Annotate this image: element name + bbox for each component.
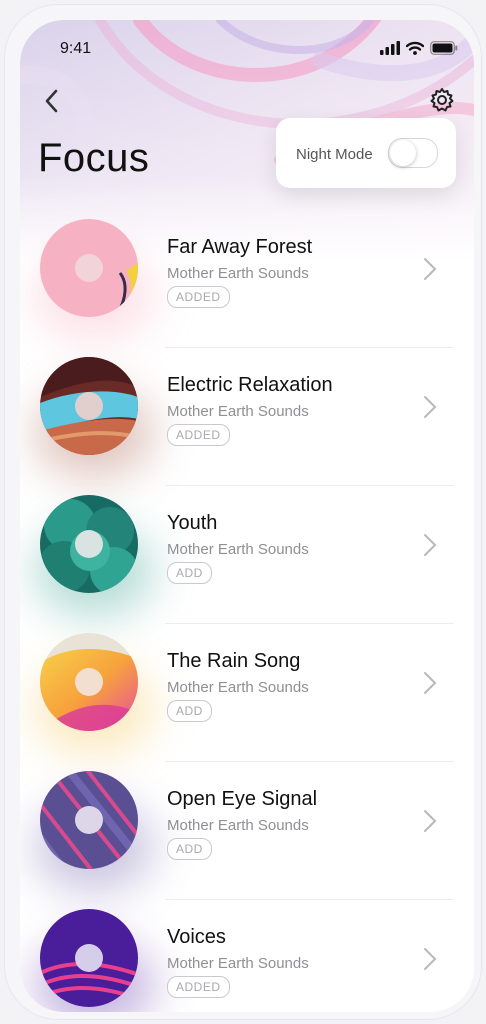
status-bar: 9:41 (20, 20, 474, 70)
chevron-right-icon[interactable] (422, 532, 438, 558)
track-artist: Mother Earth Sounds (167, 265, 309, 282)
chevron-left-icon (45, 89, 58, 113)
track-row[interactable]: Open Eye Signal Mother Earth Sounds ADD (20, 762, 474, 900)
chevron-right-icon[interactable] (422, 808, 438, 834)
track-artist: Mother Earth Sounds (167, 955, 309, 972)
track-artist: Mother Earth Sounds (167, 541, 309, 558)
track-title: Open Eye Signal (167, 788, 318, 810)
chevron-right-icon[interactable] (422, 394, 438, 420)
back-button[interactable] (40, 86, 66, 116)
track-row[interactable]: Youth Mother Earth Sounds ADD (20, 486, 474, 624)
track-row[interactable]: Far Away Forest Mother Earth Sounds ADDE… (20, 210, 474, 348)
track-cover (40, 495, 138, 593)
add-status-badge[interactable]: ADD (167, 838, 212, 860)
battery-icon (430, 41, 458, 55)
track-list: Far Away Forest Mother Earth Sounds ADDE… (20, 210, 474, 1012)
app-screen: 9:41 Focus Night Mode Far Away Forest Mo… (20, 20, 474, 1012)
night-mode-card: Night Mode (276, 118, 456, 188)
track-artist: Mother Earth Sounds (167, 817, 309, 834)
track-title: The Rain Song (167, 650, 301, 672)
settings-button[interactable] (428, 86, 456, 114)
track-title: Youth (167, 512, 218, 534)
track-cover (40, 909, 138, 1007)
phone-frame: 9:41 Focus Night Mode Far Away Forest Mo… (4, 4, 482, 1020)
track-cover (40, 357, 138, 455)
night-mode-label: Night Mode (296, 146, 373, 163)
track-row[interactable]: The Rain Song Mother Earth Sounds ADD (20, 624, 474, 762)
add-status-badge[interactable]: ADDED (167, 286, 230, 308)
track-row[interactable]: Electric Relaxation Mother Earth Sounds … (20, 348, 474, 486)
cellular-signal-icon (380, 41, 400, 55)
add-status-badge[interactable]: ADDED (167, 976, 230, 998)
chevron-right-icon[interactable] (422, 670, 438, 696)
gear-icon (430, 88, 454, 112)
track-title: Voices (167, 926, 226, 948)
add-status-badge[interactable]: ADD (167, 700, 212, 722)
status-icons (380, 40, 458, 56)
night-mode-toggle[interactable] (388, 138, 438, 168)
track-cover (40, 771, 138, 869)
track-row[interactable]: Voices Mother Earth Sounds ADDED (20, 900, 474, 1012)
toggle-knob (390, 140, 416, 166)
wifi-icon (406, 41, 424, 55)
add-status-badge[interactable]: ADDED (167, 424, 230, 446)
track-artist: Mother Earth Sounds (167, 403, 309, 420)
chevron-right-icon[interactable] (422, 946, 438, 972)
track-cover (40, 633, 138, 731)
track-title: Far Away Forest (167, 236, 313, 258)
chevron-right-icon[interactable] (422, 256, 438, 282)
track-cover (40, 219, 138, 317)
page-title: Focus (38, 136, 150, 180)
status-time: 9:41 (60, 40, 92, 57)
add-status-badge[interactable]: ADD (167, 562, 212, 584)
track-artist: Mother Earth Sounds (167, 679, 309, 696)
track-title: Electric Relaxation (167, 374, 333, 396)
